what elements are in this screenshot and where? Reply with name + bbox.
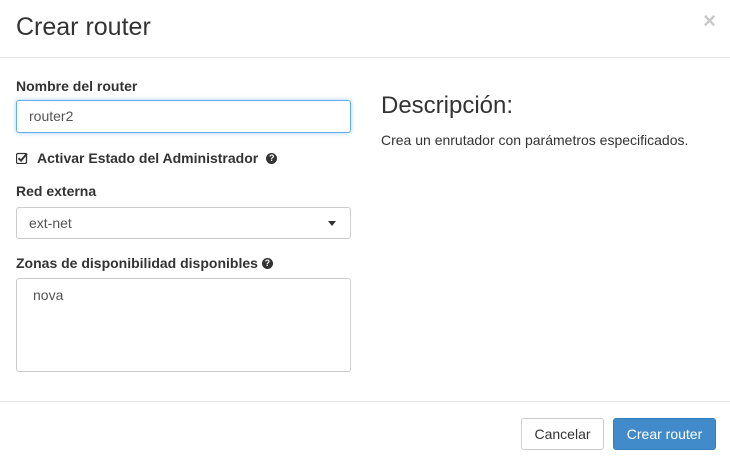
router-name-label: Nombre del router: [16, 78, 138, 94]
create-router-button[interactable]: Crear router: [613, 418, 716, 450]
external-network-select[interactable]: ext-net: [16, 207, 351, 239]
list-item[interactable]: nova: [33, 287, 334, 303]
description-title: Descripción:: [381, 92, 514, 119]
checkbox-checked-icon: [16, 152, 28, 164]
caret-down-icon: [328, 221, 336, 226]
dialog-header: Crear router ×: [0, 0, 730, 58]
close-icon[interactable]: ×: [703, 10, 716, 32]
help-column: Descripción: Crea un enrutador con parám…: [381, 92, 711, 148]
admin-state-row[interactable]: Activar Estado del Administrador ?: [16, 150, 278, 166]
description-text: Crea un enrutador con parámetros especif…: [381, 132, 689, 148]
create-router-dialog: Crear router × Nombre del router router2…: [0, 0, 730, 464]
help-icon[interactable]: ?: [266, 152, 278, 164]
router-name-input[interactable]: router2: [16, 100, 351, 133]
external-network-label: Red externa: [16, 183, 97, 199]
external-network-value: ext-net: [29, 215, 72, 231]
cancel-button[interactable]: Cancelar: [521, 418, 604, 450]
dialog-title: Crear router: [16, 13, 151, 41]
dialog-body: Nombre del router router2 Activar Estado…: [0, 58, 730, 402]
admin-state-label: Activar Estado del Administrador: [37, 150, 259, 166]
admin-state-checkbox[interactable]: [16, 152, 28, 164]
availability-zones-label-row: Zonas de disponibilidad disponibles ?: [16, 255, 273, 271]
availability-zones-label: Zonas de disponibilidad disponibles: [16, 255, 258, 271]
dialog-footer: Cancelar Crear router: [0, 402, 730, 464]
availability-zones-listbox[interactable]: nova: [16, 278, 351, 372]
help-icon[interactable]: ?: [261, 257, 273, 269]
